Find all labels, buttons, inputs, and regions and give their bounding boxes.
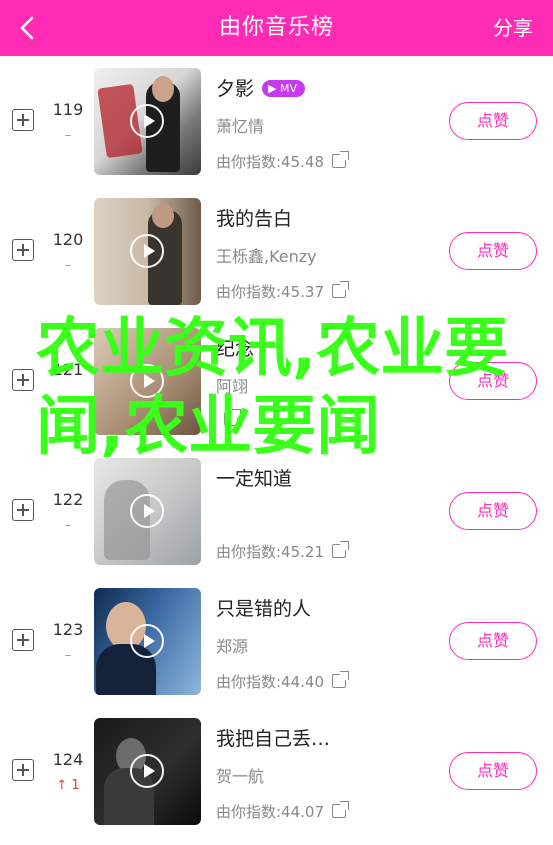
play-icon[interactable] xyxy=(130,494,164,528)
add-to-playlist-icon[interactable] xyxy=(12,759,34,781)
mv-badge[interactable]: ▶ MV xyxy=(262,80,305,97)
song-title[interactable]: 我的告白 xyxy=(216,204,292,231)
song-title-text: 夕影 xyxy=(216,78,255,100)
external-link-icon[interactable] xyxy=(332,671,349,688)
popularity-index xyxy=(216,409,241,429)
external-link-icon[interactable] xyxy=(332,151,349,168)
top-bar: 由你音乐榜 分享 xyxy=(0,0,553,56)
like-button[interactable]: 点赞 xyxy=(449,362,537,400)
popularity-index: 由你指数:45.37 xyxy=(216,281,349,302)
popularity-value: 由你指数:45.37 xyxy=(216,283,324,301)
list-item[interactable]: 123 – 只是错的人 郑源 由你指数:44.40 点赞 xyxy=(0,576,553,706)
rank-number: 122 xyxy=(52,490,84,509)
rank-number: 123 xyxy=(52,620,84,639)
play-icon[interactable] xyxy=(130,754,164,788)
external-link-icon[interactable] xyxy=(332,801,349,818)
play-icon[interactable] xyxy=(130,234,164,268)
popularity-value: 由你指数:44.40 xyxy=(216,673,324,691)
list-item[interactable]: 124 ↑ 1 我把自己丢… 贺一航 由你指数:44.07 点赞 xyxy=(0,706,553,836)
list-item[interactable]: 122 – 一定知道 由你指数:45.21 点赞 xyxy=(0,446,553,576)
song-title[interactable]: 夕影 ▶ MV xyxy=(216,74,305,101)
song-title[interactable]: 我把自己丢… xyxy=(216,724,330,751)
popularity-index: 由你指数:45.48 xyxy=(216,151,349,172)
popularity-value: 由你指数:45.21 xyxy=(216,543,324,561)
add-to-playlist-icon[interactable] xyxy=(12,629,34,651)
rank-number: 120 xyxy=(52,230,84,249)
like-button[interactable]: 点赞 xyxy=(449,752,537,790)
rank-trend: ↑ 1 xyxy=(56,778,80,793)
artist-name[interactable]: 郑源 xyxy=(216,633,248,657)
rank-trend: – xyxy=(64,648,72,663)
add-to-playlist-icon[interactable] xyxy=(12,109,34,131)
external-link-icon[interactable] xyxy=(332,541,349,558)
popularity-index: 由你指数:45.21 xyxy=(216,541,349,562)
add-to-playlist-icon[interactable] xyxy=(12,499,34,521)
rank-trend: – xyxy=(64,128,72,143)
popularity-index: 由你指数:44.07 xyxy=(216,801,349,822)
album-cover[interactable] xyxy=(94,718,201,825)
popularity-value: 由你指数:44.07 xyxy=(216,803,324,821)
song-title[interactable]: 一定知道 xyxy=(216,464,292,491)
page-title: 由你音乐榜 xyxy=(218,15,334,40)
external-link-icon[interactable] xyxy=(224,409,241,426)
rank-trend: – xyxy=(64,258,72,273)
like-button[interactable]: 点赞 xyxy=(449,232,537,270)
rank-number: 121 xyxy=(52,360,84,379)
rank-trend: – xyxy=(64,518,72,533)
artist-name[interactable]: 贺一航 xyxy=(216,763,264,787)
artist-name[interactable]: 阿翊 xyxy=(216,373,248,397)
artist-name[interactable]: 萧忆情 xyxy=(216,113,264,137)
play-icon[interactable] xyxy=(130,624,164,658)
rank-number: 124 xyxy=(52,750,84,769)
like-button[interactable]: 点赞 xyxy=(449,492,537,530)
add-to-playlist-icon[interactable] xyxy=(12,369,34,391)
album-cover[interactable] xyxy=(94,328,201,435)
list-item[interactable]: 120 – 我的告白 王栎鑫,Kenzy 由你指数:45.37 点赞 xyxy=(0,186,553,316)
play-icon[interactable] xyxy=(130,104,164,138)
popularity-value: 由你指数:45.48 xyxy=(216,153,324,171)
share-button[interactable]: 分享 xyxy=(493,0,533,56)
rank-number: 119 xyxy=(52,100,84,119)
play-icon[interactable] xyxy=(130,364,164,398)
artist-name[interactable]: 王栎鑫,Kenzy xyxy=(216,243,317,267)
album-cover[interactable] xyxy=(94,458,201,565)
like-button[interactable]: 点赞 xyxy=(449,102,537,140)
list-item[interactable]: 121 纪念 阿翊 点赞 xyxy=(0,316,553,446)
album-cover[interactable] xyxy=(94,198,201,305)
add-to-playlist-icon[interactable] xyxy=(12,239,34,261)
list-item[interactable]: 119 – 夕影 ▶ MV 萧忆情 由你指数:45.48 点赞 xyxy=(0,56,553,186)
album-cover[interactable] xyxy=(94,68,201,175)
mv-label: MV xyxy=(279,82,297,95)
song-title[interactable]: 纪念 xyxy=(216,334,254,361)
popularity-index: 由你指数:44.40 xyxy=(216,671,349,692)
song-title[interactable]: 只是错的人 xyxy=(216,594,311,621)
external-link-icon[interactable] xyxy=(332,281,349,298)
album-cover[interactable] xyxy=(94,588,201,695)
like-button[interactable]: 点赞 xyxy=(449,622,537,660)
